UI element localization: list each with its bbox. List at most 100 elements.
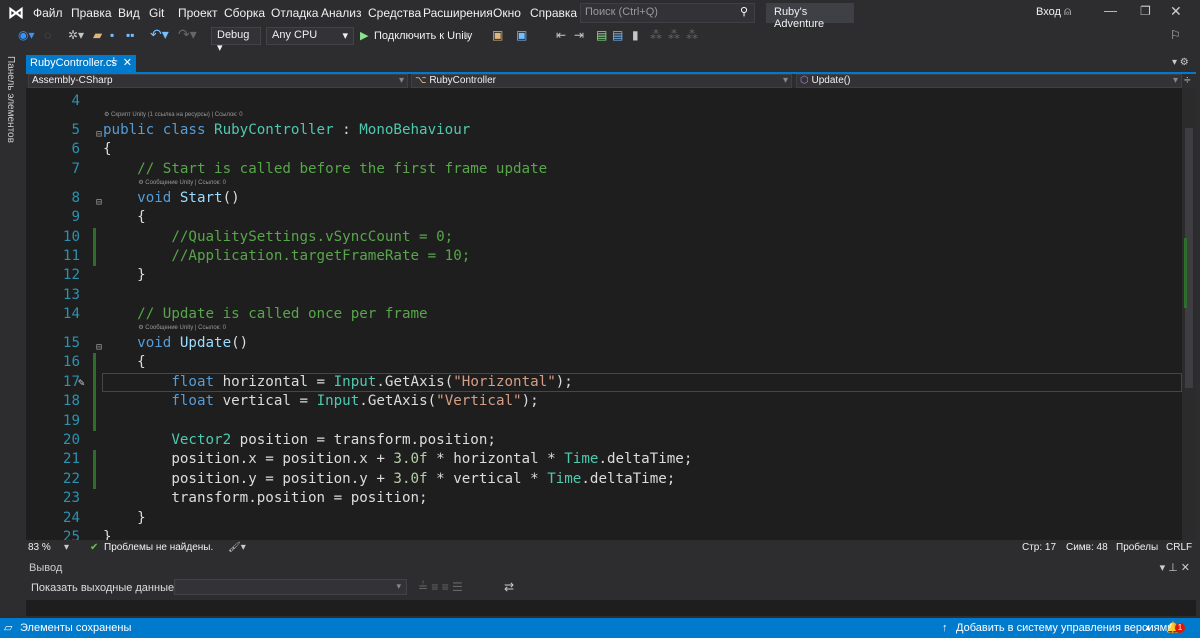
- tab-ruby-controller[interactable]: RubyController.cs ✕ ⊹: [26, 55, 136, 72]
- close-button[interactable]: ✕: [1170, 3, 1182, 20]
- menu-item[interactable]: Окно: [493, 6, 521, 20]
- menu-item[interactable]: Файл: [33, 6, 63, 20]
- tab-title: RubyController.cs: [30, 57, 117, 69]
- issues-status[interactable]: Проблемы не найдены.: [104, 540, 213, 556]
- code-line[interactable]: 24 }: [26, 509, 1182, 528]
- code-line[interactable]: 23 transform.position = position;: [26, 489, 1182, 508]
- bookmark-icon[interactable]: ▮: [632, 28, 639, 42]
- dropdown-icon[interactable]: ▾: [464, 28, 470, 42]
- forward-icon[interactable]: ◌: [44, 28, 51, 42]
- code-line[interactable]: 12 }: [26, 266, 1182, 285]
- code-line[interactable]: 5 ⊟ public class RubyController : MonoBeha…: [26, 121, 1182, 140]
- output-text[interactable]: [26, 600, 1196, 616]
- code-line[interactable]: 7 // Start is called before the first fr…: [26, 160, 1182, 179]
- change-marker: [93, 411, 96, 432]
- line-number[interactable]: Стр: 17: [1022, 540, 1056, 556]
- platform-select[interactable]: Any CPU ▾: [266, 27, 354, 45]
- code-line[interactable]: 11 //Application.targetFrameRate = 10;: [26, 246, 1182, 267]
- code-line[interactable]: 16 {: [26, 353, 1182, 373]
- code-token: position.x = position.x +: [103, 451, 394, 468]
- redo-icon[interactable]: ↷▾: [178, 26, 197, 43]
- code-line[interactable]: 20 Vector2 position = transform.position…: [26, 431, 1182, 450]
- feedback-icon[interactable]: ⚐: [1170, 28, 1181, 42]
- comment-icon[interactable]: ▤: [596, 28, 607, 42]
- menu-item[interactable]: Справка: [530, 6, 577, 20]
- tab-pin-icon[interactable]: ⊹: [110, 56, 118, 67]
- tab-list-icon[interactable]: ▾ ⚙: [1172, 57, 1189, 68]
- code-line[interactable]: 8 ⊟ void Start(): [26, 189, 1182, 208]
- code-line[interactable]: 18 float vertical = Input.GetAxis("Verti…: [26, 392, 1182, 412]
- code-text: //Application.targetFrameRate = 10;: [103, 247, 470, 266]
- menu-item[interactable]: Правка: [71, 6, 112, 20]
- line-number: 9: [71, 209, 80, 226]
- code-editor[interactable]: 4 ⚙ Скрипт Unity (1 ссылка на ресурсы) | …: [26, 88, 1182, 540]
- member-nav-select[interactable]: ⬡ Update() ▾: [796, 74, 1182, 88]
- class-nav-select[interactable]: ⌥ RubyController ▾: [411, 74, 792, 88]
- platform-value: Any CPU: [272, 29, 318, 41]
- bookmark-next-icon[interactable]: ⁂: [668, 28, 680, 42]
- code-line[interactable]: 6{: [26, 140, 1182, 159]
- outdent-icon[interactable]: ⇥: [574, 28, 584, 42]
- code-line[interactable]: 14 // Update is called once per frame: [26, 305, 1182, 324]
- line-number: 24: [62, 509, 80, 526]
- back-icon[interactable]: ◉▾: [18, 28, 35, 42]
- line-ending[interactable]: CRLF: [1166, 540, 1192, 556]
- undo-icon[interactable]: ↶▾: [150, 26, 169, 43]
- indent-icon[interactable]: ⇤: [556, 28, 566, 42]
- word-wrap-icon[interactable]: ⇄: [504, 580, 514, 594]
- login-button[interactable]: Вход: [1036, 6, 1061, 18]
- solution-explorer-icon[interactable]: ▣: [516, 28, 527, 42]
- attach-unity-button[interactable]: Подключить к Unity: [374, 30, 472, 42]
- code-text: position.x = position.x + 3.0f * horizon…: [103, 450, 692, 469]
- code-line[interactable]: 4: [26, 92, 1182, 111]
- uncomment-icon[interactable]: ▤: [612, 28, 623, 42]
- codelens[interactable]: ⚙ Скрипт Unity (1 ссылка на ресурсы) | С…: [26, 111, 1182, 121]
- search-input[interactable]: Поиск (Ctrl+Q) ⚲: [580, 3, 755, 23]
- tab-close-icon[interactable]: ✕: [123, 56, 132, 69]
- cleanup-icon[interactable]: 🖌▾: [228, 540, 246, 556]
- project-nav-select[interactable]: Assembly-CSharp ▾: [28, 74, 408, 88]
- menu-item[interactable]: Расширения: [423, 6, 493, 20]
- codelens[interactable]: ⚙ Сообщение Unity | Ссылок: 0: [26, 179, 1182, 189]
- menu-item[interactable]: Сборка: [224, 6, 265, 20]
- indent-mode[interactable]: Пробелы: [1116, 540, 1158, 556]
- code-line[interactable]: ✎ 17 float horizontal = Input.GetAxis("Ho…: [26, 372, 1182, 393]
- code-line[interactable]: 25}: [26, 528, 1182, 540]
- output-source-select[interactable]: ▾: [174, 579, 407, 595]
- find-in-files-icon[interactable]: ▣: [492, 28, 503, 42]
- code-line[interactable]: 15 ⊟ void Update(): [26, 334, 1182, 353]
- output-toolbar-icons[interactable]: ≟ ≡ ≡ ☰: [418, 580, 463, 594]
- open-icon[interactable]: ▰: [93, 28, 102, 42]
- code-line[interactable]: 13: [26, 286, 1182, 305]
- new-item-icon[interactable]: ✲▾: [68, 28, 84, 42]
- split-icon[interactable]: ÷: [1184, 73, 1191, 87]
- code-line[interactable]: 21 position.x = position.x + 3.0f * hori…: [26, 450, 1182, 470]
- menu-item[interactable]: Анализ: [321, 6, 362, 20]
- menu-item[interactable]: Проект: [178, 6, 218, 20]
- zoom-select[interactable]: 83 %: [28, 540, 51, 556]
- save-icon[interactable]: ▪: [110, 28, 114, 42]
- code-line[interactable]: 19: [26, 411, 1182, 432]
- code-line[interactable]: 22 position.y = position.y + 3.0f * vert…: [26, 469, 1182, 490]
- config-select[interactable]: Debug ▾: [211, 27, 261, 54]
- code-text: // Update is called once per frame: [103, 305, 427, 324]
- bookmark-prev-icon[interactable]: ⁂: [650, 28, 662, 42]
- menu-item[interactable]: Отладка: [271, 6, 318, 20]
- menu-item[interactable]: Git: [149, 6, 164, 20]
- minimize-button[interactable]: —: [1104, 3, 1117, 18]
- code-line[interactable]: 9 {: [26, 208, 1182, 227]
- vertical-scrollbar[interactable]: [1182, 88, 1196, 540]
- column-number[interactable]: Симв: 48: [1066, 540, 1108, 556]
- code-token: //QualitySettings.vSyncCount = 0;: [103, 228, 454, 245]
- codelens[interactable]: ⚙ Сообщение Unity | Ссылок: 0: [26, 324, 1182, 334]
- code-line[interactable]: 10 //QualitySettings.vSyncCount = 0;: [26, 227, 1182, 247]
- menu-item[interactable]: Вид: [118, 6, 140, 20]
- bookmark-clear-icon[interactable]: ⁂: [686, 28, 698, 42]
- menu-item[interactable]: Средства: [368, 6, 421, 20]
- add-to-source-control[interactable]: Добавить в систему управления версиями: [956, 618, 1173, 638]
- toolbox-panel[interactable]: Панель элементов: [0, 50, 22, 618]
- output-window-controls[interactable]: ▾ ⊥ ✕: [1160, 561, 1190, 574]
- restore-button[interactable]: ❐: [1140, 4, 1151, 18]
- save-all-icon[interactable]: ▪▪: [126, 28, 135, 42]
- zoom-dropdown-icon[interactable]: ▾: [64, 540, 69, 556]
